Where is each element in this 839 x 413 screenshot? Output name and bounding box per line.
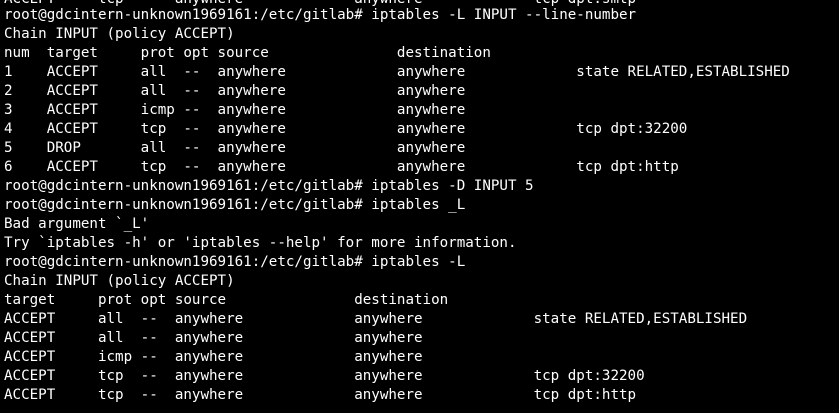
terminal-line: root@gdcintern-unknown1969161:/etc/gitla…	[4, 7, 637, 23]
terminal-line: ACCEPT tcp -- anywhere anywhere tcp dpt:…	[4, 387, 637, 403]
terminal-window[interactable]: ACCEPT tcp -- anywhere anywhere tcp dpt:…	[0, 0, 839, 413]
terminal-line: target prot opt source destination	[4, 292, 449, 308]
terminal-line: ACCEPT tcp -- anywhere anywhere tcp dpt:…	[4, 368, 645, 384]
terminal-line: 5 DROP all -- anywhere anywhere	[4, 140, 466, 156]
terminal-line: Bad argument `_L'	[4, 216, 150, 232]
terminal-line: 4 ACCEPT tcp -- anywhere anywhere tcp dp…	[4, 121, 688, 137]
terminal-line: root@gdcintern-unknown1969161:/etc/gitla…	[4, 254, 466, 270]
terminal-line: num target prot opt source destination	[4, 45, 491, 61]
terminal-line: Chain INPUT (policy ACCEPT)	[4, 273, 235, 289]
terminal-line: 1 ACCEPT all -- anywhere anywhere state …	[4, 64, 790, 80]
terminal-line: ACCEPT icmp -- anywhere anywhere	[4, 349, 423, 365]
terminal-line: 3 ACCEPT icmp -- anywhere anywhere	[4, 102, 466, 118]
terminal-line: 2 ACCEPT all -- anywhere anywhere	[4, 83, 466, 99]
terminal-line: root@gdcintern-unknown1969161:/etc/gitla…	[4, 197, 466, 213]
terminal-line: Chain INPUT (policy ACCEPT)	[4, 26, 235, 42]
terminal-line: root@gdcintern-unknown1969161:/etc/gitla…	[4, 178, 534, 194]
terminal-line: 6 ACCEPT tcp -- anywhere anywhere tcp dp…	[4, 159, 679, 175]
terminal-line: ACCEPT all -- anywhere anywhere state RE…	[4, 311, 748, 327]
terminal-line: ACCEPT all -- anywhere anywhere	[4, 330, 423, 346]
terminal-line: Try `iptables -h' or 'iptables --help' f…	[4, 235, 517, 251]
